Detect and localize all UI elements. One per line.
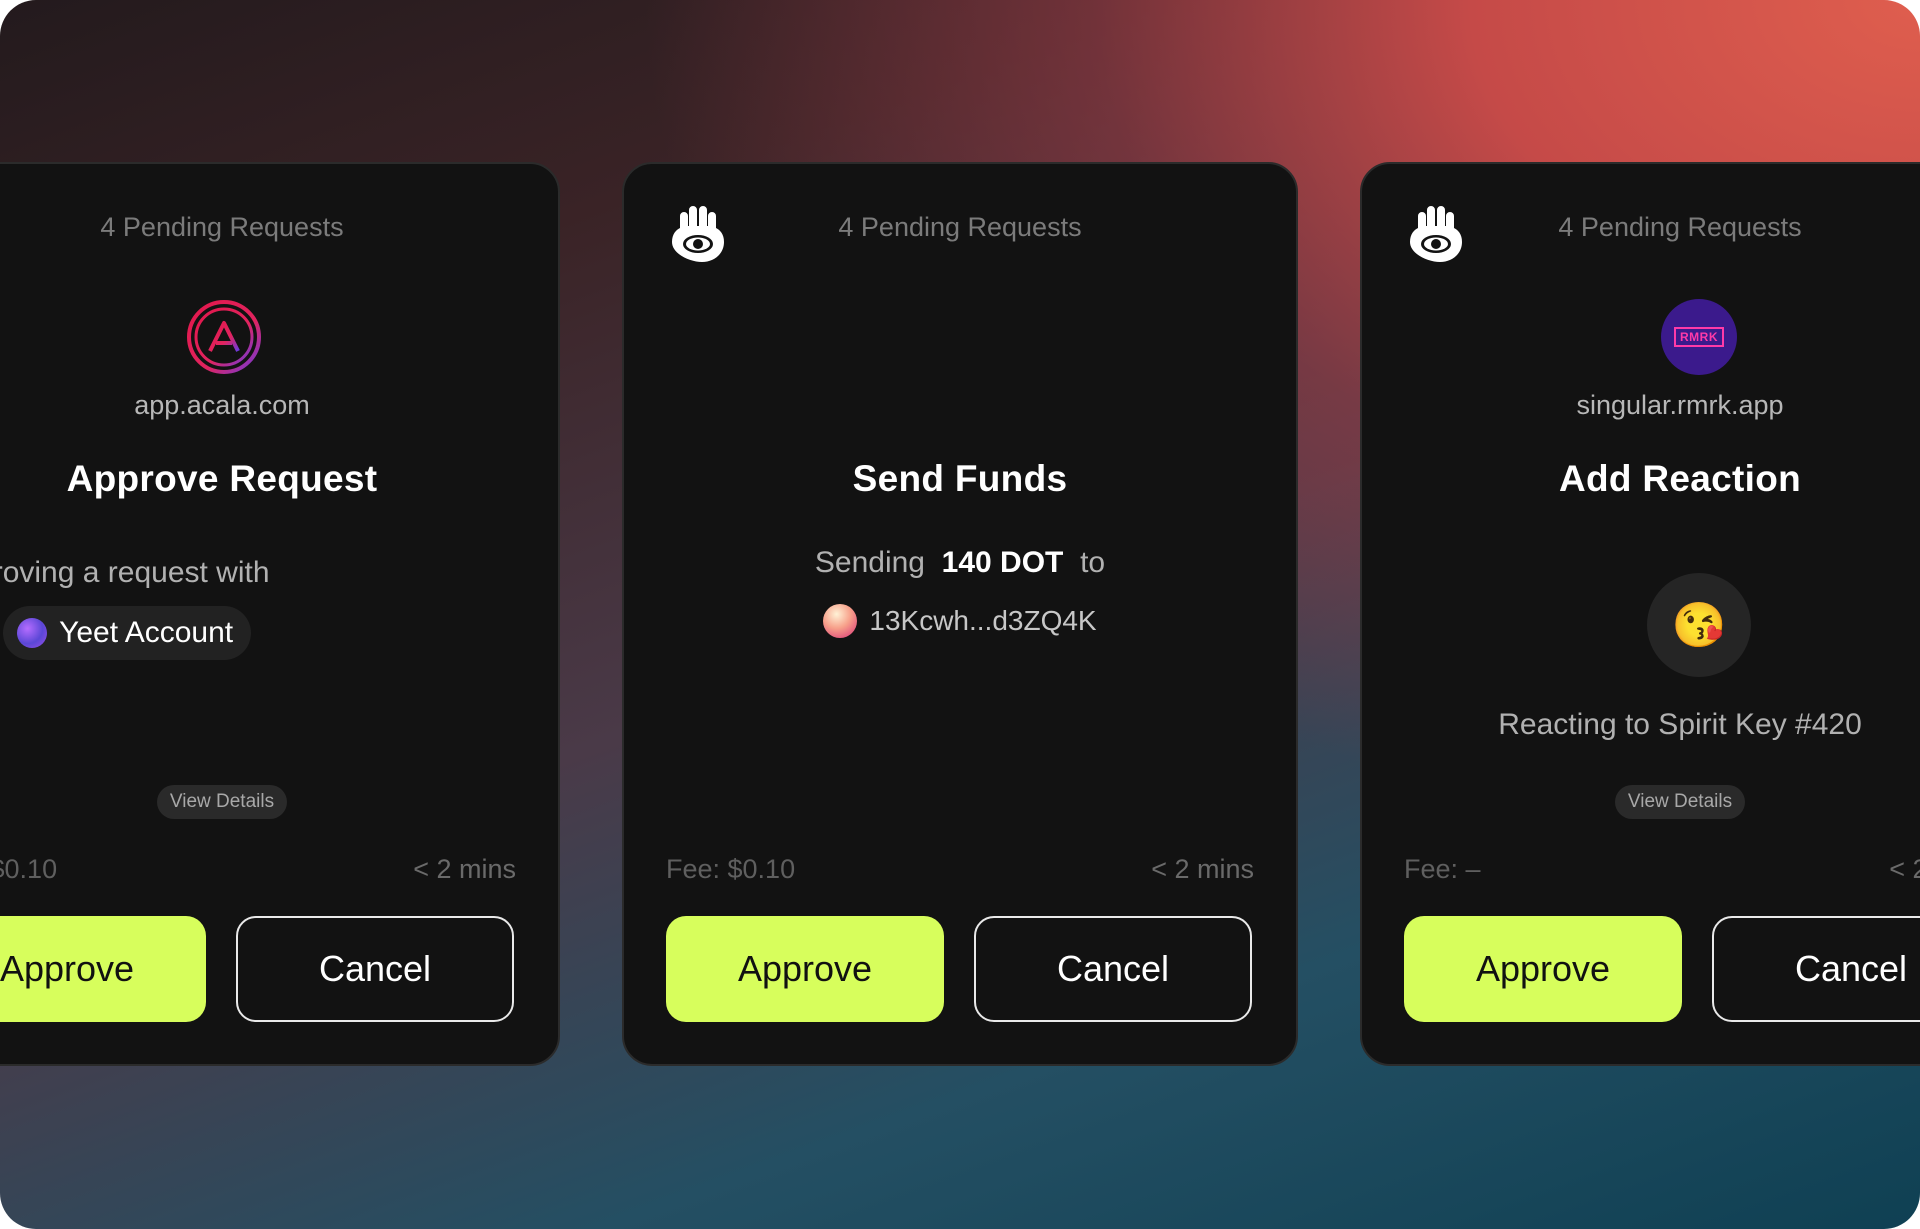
fee-label: Fee: $0.10 xyxy=(0,854,58,884)
reacting-to-label: Reacting to Spirit Key #420 xyxy=(1498,708,1862,741)
cancel-button[interactable]: Cancel xyxy=(1712,916,1920,1022)
cancel-button[interactable]: Cancel xyxy=(236,916,514,1022)
to-label: to xyxy=(1080,546,1106,579)
time-estimate: < 2 mins xyxy=(413,854,516,884)
recipient-row: 13Kcwh...d3ZQ4K xyxy=(624,604,1296,638)
acala-logo-icon xyxy=(187,300,261,374)
approve-button[interactable]: Approve xyxy=(1404,916,1682,1022)
view-details-wrap: View Details xyxy=(0,785,558,819)
account-row: account Yeet Account xyxy=(0,606,252,660)
time-estimate: < 2 mins xyxy=(1889,854,1920,884)
pending-requests-label: 4 Pending Requests xyxy=(100,212,344,242)
account-avatar xyxy=(17,618,48,648)
send-amount: 140 DOT xyxy=(941,546,1064,579)
cancel-button[interactable]: Cancel xyxy=(974,916,1252,1022)
site-domain: singular.rmrk.app xyxy=(1576,390,1784,420)
pending-requests-label: 4 Pending Requests xyxy=(1558,212,1802,242)
background-scene: 4 Pending Requests app.acala.com Approve… xyxy=(0,0,1920,1229)
sending-label: Sending xyxy=(814,546,925,579)
request-card-add-reaction: 4 Pending Requests RMRK singular.rmrk.ap… xyxy=(1360,162,1920,1066)
account-name: Yeet Account xyxy=(59,616,234,649)
view-details-button[interactable]: View Details xyxy=(1614,785,1746,819)
request-card-approve: 4 Pending Requests app.acala.com Approve… xyxy=(0,162,560,1066)
rmrk-logo-text: RMRK xyxy=(1674,327,1724,347)
view-details-button[interactable]: View Details xyxy=(156,785,288,819)
sending-line: Sending 140 DOT to xyxy=(624,546,1296,580)
pending-requests-label: 4 Pending Requests xyxy=(838,212,1082,242)
reaction-emoji: 😘 xyxy=(1647,573,1751,677)
site-domain: app.acala.com xyxy=(134,390,310,420)
fee-label: Fee: $0.10 xyxy=(666,854,796,884)
request-card-send-funds: 4 Pending Requests Send Funds Sending 14… xyxy=(622,162,1298,1066)
approve-button[interactable]: Approve xyxy=(666,916,944,1022)
account-chip[interactable]: Yeet Account xyxy=(3,606,252,660)
time-estimate: < 2 mins xyxy=(1151,854,1254,884)
recipient-address[interactable]: 13Kcwh...d3ZQ4K xyxy=(869,605,1096,637)
fee-label: Fee: – xyxy=(1404,854,1481,884)
approve-button[interactable]: Approve xyxy=(0,916,206,1022)
card-title: Add Reaction xyxy=(1558,458,1802,499)
view-details-wrap: View Details xyxy=(1362,785,1920,819)
address-avatar xyxy=(823,604,858,638)
card-title: Approve Request xyxy=(66,458,378,499)
rmrk-logo-icon: RMRK xyxy=(1661,299,1737,375)
request-description: You are approving a request with xyxy=(0,556,270,589)
card-title: Send Funds xyxy=(852,458,1068,499)
